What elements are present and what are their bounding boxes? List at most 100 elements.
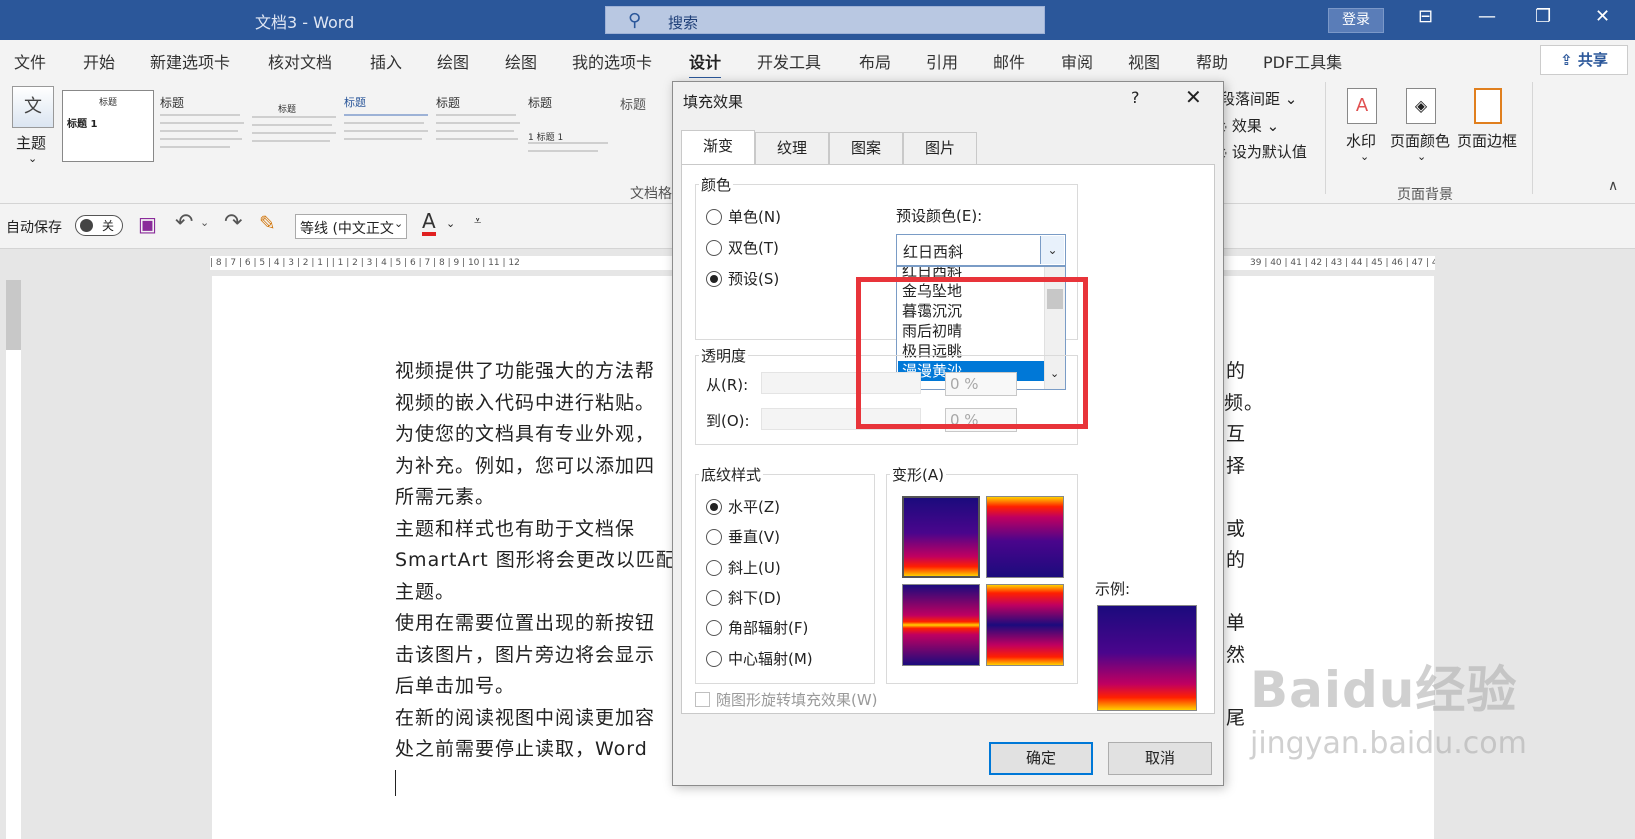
ribbon-display-icon[interactable]: ⊟ xyxy=(1418,6,1433,27)
preset-colors-label: 预设颜色(E): xyxy=(896,207,983,225)
minimize-icon[interactable]: — xyxy=(1478,6,1496,27)
chevron-down-icon[interactable]: ⌄ xyxy=(1040,236,1064,264)
page-border-button[interactable]: 页面边框 xyxy=(1457,130,1517,151)
variant-2[interactable] xyxy=(986,496,1064,578)
search-box[interactable]: ⚲ 搜索 xyxy=(605,6,1045,34)
radio-two-colors[interactable]: 双色(T) xyxy=(706,237,779,258)
dialog-close-icon[interactable]: ✕ xyxy=(1185,85,1202,109)
preset-colors-combo[interactable]: 红日西斜 ⌄ xyxy=(896,234,1066,266)
variant-1[interactable] xyxy=(902,496,980,578)
tab-view[interactable]: 视图 xyxy=(1128,49,1160,73)
ok-button[interactable]: 确定 xyxy=(989,742,1093,775)
tab-insert[interactable]: 插入 xyxy=(370,49,402,73)
search-icon: ⚲ xyxy=(628,10,642,31)
chevron-down-icon[interactable]: ⌄ xyxy=(394,217,403,230)
paragraph-line: 击该图片，图片旁边将会显示 xyxy=(395,644,656,666)
tab-review[interactable]: 审阅 xyxy=(1061,49,1093,73)
tab-new[interactable]: 新建选项卡 xyxy=(150,49,230,73)
close-icon[interactable]: ✕ xyxy=(1595,6,1610,27)
checkbox-box[interactable] xyxy=(695,692,710,707)
style-set-4[interactable]: 标题 xyxy=(340,90,432,162)
radio-horizontal[interactable]: 水平(Z) xyxy=(706,496,780,517)
paragraph-line-end: 单 xyxy=(1226,612,1247,634)
paragraph-line: 后单击加号。 xyxy=(395,675,516,697)
tab-draw-2[interactable]: 绘图 xyxy=(505,49,537,73)
paragraph-line-end: 尾 xyxy=(1226,707,1247,729)
style-set-2[interactable]: 标题 xyxy=(156,90,248,162)
radio-vertical[interactable]: 垂直(V) xyxy=(706,526,780,547)
style-set-7[interactable]: 标题 xyxy=(616,90,656,162)
paragraph-spacing-button[interactable]: 段落间距 ⌄ xyxy=(1220,88,1297,109)
customize-qat-icon[interactable]: ⩡ xyxy=(474,214,481,229)
set-default-button[interactable]: ◌ 设为默认值 xyxy=(1214,141,1307,162)
page-color-icon[interactable]: ◈ xyxy=(1406,88,1436,124)
save-icon[interactable]: ▣ xyxy=(138,212,157,236)
chevron-down-icon[interactable]: ⌄ xyxy=(446,217,455,230)
tab-developer[interactable]: 开发工具 xyxy=(757,49,821,73)
style-set-6[interactable]: 标题 1 标题 1 xyxy=(524,90,616,162)
tab-home[interactable]: 开始 xyxy=(83,49,115,73)
tab-draw-1[interactable]: 绘图 xyxy=(437,49,469,73)
collapse-ribbon-icon[interactable]: ∧ xyxy=(1608,178,1618,194)
tab-mailings[interactable]: 邮件 xyxy=(993,49,1025,73)
chevron-down-icon[interactable]: ⌄ xyxy=(200,216,209,229)
preset-colors-value: 红日西斜 xyxy=(903,243,964,261)
style-set-3[interactable]: 标题 xyxy=(248,90,340,162)
radio-diagonal-up[interactable]: 斜上(U) xyxy=(706,557,781,578)
paragraph-line: 主题和样式也有助于文档保 xyxy=(395,518,636,540)
radio-one-color[interactable]: 单色(N) xyxy=(706,206,781,227)
autosave-toggle[interactable]: 关 xyxy=(75,215,123,236)
chevron-down-icon[interactable]: ⌄ xyxy=(1417,150,1426,163)
paragraph-line-end: 的 xyxy=(1226,360,1247,382)
baidu-watermark: Baidu经验 jingyan.baidu.com xyxy=(1250,650,1527,761)
style-set-1[interactable]: 标题 标题 1 xyxy=(62,90,154,162)
tab-layout[interactable]: 布局 xyxy=(859,49,891,73)
page-color-button[interactable]: 页面颜色 xyxy=(1390,130,1450,151)
watermark-button[interactable]: 水印 xyxy=(1346,130,1376,151)
radio-preset[interactable]: 预设(S) xyxy=(706,268,779,289)
help-button[interactable]: ? xyxy=(1131,88,1140,107)
sample-preview xyxy=(1097,605,1197,711)
fill-effects-dialog: 填充效果 ? ✕ 渐变 纹理 图案 图片 颜色 单色(N) 双色(T) 预设(S… xyxy=(672,81,1224,786)
radio-from-center[interactable]: 中心辐射(M) xyxy=(706,648,813,669)
theme-thumbnail[interactable]: 文 xyxy=(12,86,54,128)
tab-file[interactable]: 文件 xyxy=(14,49,46,73)
highlight-box xyxy=(856,277,1088,429)
paragraph-line: 在新的阅读视图中阅读更加容 xyxy=(395,707,656,729)
theme-label[interactable]: 主题 xyxy=(16,132,46,153)
tab-gradient[interactable]: 渐变 xyxy=(681,130,755,164)
variant-3[interactable] xyxy=(902,584,980,666)
variant-4[interactable] xyxy=(986,584,1064,666)
radio-from-corner[interactable]: 角部辐射(F) xyxy=(706,617,808,638)
chevron-down-icon[interactable]: ⌄ xyxy=(1360,150,1369,163)
tab-pattern[interactable]: 图案 xyxy=(829,132,903,164)
font-select[interactable]: 等线 (中文正文 xyxy=(295,214,407,239)
restore-icon[interactable]: ❐ xyxy=(1535,6,1551,27)
autosave-label: 自动保存 xyxy=(6,220,62,236)
tab-design[interactable]: 设计 xyxy=(689,49,722,80)
tab-my-tab[interactable]: 我的选项卡 xyxy=(572,49,652,73)
tab-references[interactable]: 引用 xyxy=(926,49,958,73)
tab-pdf[interactable]: PDF工具集 xyxy=(1263,49,1342,73)
rotate-with-shape-checkbox[interactable]: 随图形旋转填充效果(W) xyxy=(695,689,878,710)
tab-picture[interactable]: 图片 xyxy=(903,132,977,164)
format-painter-icon[interactable]: ✎ xyxy=(259,211,276,235)
share-button[interactable]: ⇪ 共享 xyxy=(1540,45,1628,75)
cancel-button[interactable]: 取消 xyxy=(1108,742,1212,775)
watermark-url: jingyan.baidu.com xyxy=(1250,726,1527,761)
tab-help[interactable]: 帮助 xyxy=(1196,49,1228,73)
login-button[interactable]: 登录 xyxy=(1328,8,1384,33)
share-icon: ⇪ xyxy=(1560,51,1578,69)
tab-review-doc[interactable]: 核对文档 xyxy=(268,49,332,73)
chevron-down-icon[interactable]: ⌄ xyxy=(28,152,37,165)
font-color-icon[interactable]: A xyxy=(422,210,436,236)
tab-texture[interactable]: 纹理 xyxy=(755,132,829,164)
shading-styles-label: 底纹样式 xyxy=(699,464,764,485)
page-border-icon[interactable] xyxy=(1474,88,1502,124)
undo-icon[interactable]: ↶ xyxy=(175,210,193,235)
vertical-ruler[interactable] xyxy=(6,280,21,839)
radio-diagonal-down[interactable]: 斜下(D) xyxy=(706,587,781,608)
style-set-5[interactable]: 标题 xyxy=(432,90,524,162)
redo-icon[interactable]: ↷ xyxy=(224,210,242,235)
watermark-icon[interactable]: A xyxy=(1347,88,1377,124)
